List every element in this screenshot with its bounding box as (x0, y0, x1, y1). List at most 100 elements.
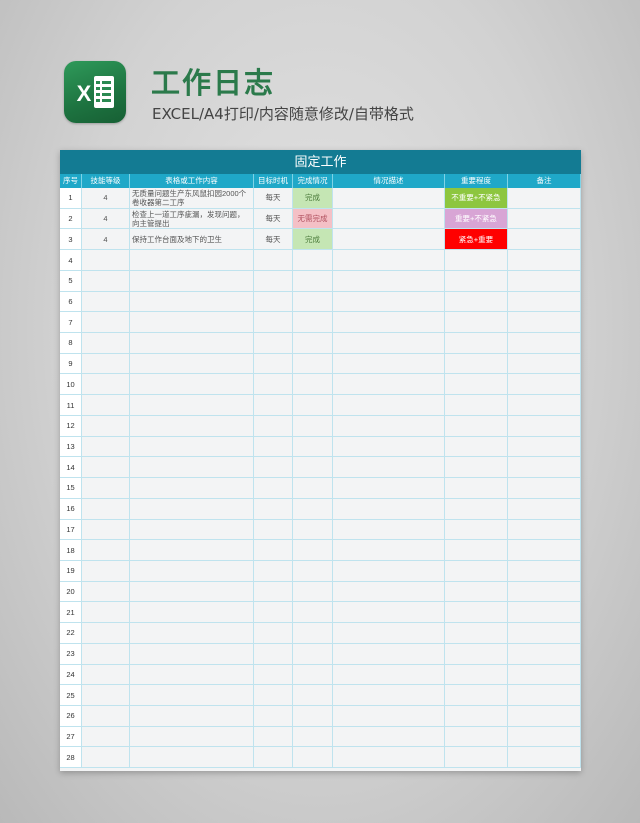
cell-level[interactable] (82, 250, 130, 270)
cell-seq[interactable]: 26 (60, 705, 82, 726)
cell-content[interactable] (130, 478, 254, 498)
cell-content[interactable]: 检查上一道工序疵漏，发现问题， 向主管提出 (130, 208, 254, 229)
cell-level[interactable] (82, 581, 130, 602)
cell-seq[interactable]: 4 (60, 250, 82, 270)
cell-desc[interactable] (333, 623, 445, 643)
cell-priority[interactable]: 重要+不紧急 (445, 208, 508, 229)
cell-content[interactable] (130, 457, 254, 478)
cell-level[interactable]: 4 (82, 188, 130, 208)
cell-priority[interactable] (445, 250, 508, 270)
cell-desc[interactable] (333, 498, 445, 519)
cell-status[interactable] (293, 726, 333, 747)
cell-status[interactable] (293, 333, 333, 353)
cell-note[interactable] (508, 395, 581, 415)
cell-seq[interactable]: 8 (60, 333, 82, 353)
cell-priority[interactable] (445, 374, 508, 395)
cell-priority[interactable] (445, 270, 508, 291)
cell-content[interactable]: 无质量问题生产东风鼠扣园2000个 卷收器第二工序 (130, 188, 254, 208)
cell-level[interactable] (82, 312, 130, 333)
cell-desc[interactable] (333, 291, 445, 312)
cell-level[interactable] (82, 415, 130, 436)
cell-note[interactable] (508, 685, 581, 705)
cell-seq[interactable]: 18 (60, 540, 82, 560)
cell-content[interactable] (130, 581, 254, 602)
cell-timing[interactable] (254, 747, 293, 768)
cell-timing[interactable] (254, 250, 293, 270)
cell-seq[interactable]: 6 (60, 291, 82, 312)
cell-note[interactable] (508, 664, 581, 685)
cell-note[interactable] (508, 498, 581, 519)
cell-priority[interactable] (445, 312, 508, 333)
cell-timing[interactable] (254, 643, 293, 664)
cell-priority[interactable] (445, 726, 508, 747)
cell-seq[interactable]: 5 (60, 270, 82, 291)
cell-status[interactable] (293, 685, 333, 705)
cell-timing[interactable] (254, 270, 293, 291)
cell-level[interactable] (82, 353, 130, 374)
cell-status[interactable] (293, 457, 333, 478)
cell-timing[interactable] (254, 705, 293, 726)
cell-seq[interactable]: 16 (60, 498, 82, 519)
cell-desc[interactable] (333, 312, 445, 333)
cell-status[interactable] (293, 415, 333, 436)
cell-desc[interactable] (333, 353, 445, 374)
cell-status[interactable] (293, 312, 333, 333)
cell-level[interactable] (82, 519, 130, 540)
cell-status[interactable] (293, 436, 333, 457)
cell-content[interactable] (130, 519, 254, 540)
cell-desc[interactable] (333, 726, 445, 747)
cell-content[interactable] (130, 643, 254, 664)
cell-timing[interactable] (254, 519, 293, 540)
cell-note[interactable] (508, 643, 581, 664)
cell-level[interactable] (82, 685, 130, 705)
cell-level[interactable] (82, 664, 130, 685)
cell-content[interactable] (130, 250, 254, 270)
cell-seq[interactable]: 22 (60, 623, 82, 643)
cell-priority[interactable]: 紧急+重要 (445, 229, 508, 250)
cell-content[interactable] (130, 436, 254, 457)
cell-status[interactable] (293, 478, 333, 498)
cell-content[interactable] (130, 291, 254, 312)
cell-content[interactable] (130, 540, 254, 560)
cell-note[interactable] (508, 291, 581, 312)
cell-desc[interactable] (333, 519, 445, 540)
cell-status[interactable] (293, 353, 333, 374)
cell-timing[interactable] (254, 291, 293, 312)
cell-desc[interactable] (333, 208, 445, 229)
cell-desc[interactable] (333, 395, 445, 415)
cell-note[interactable] (508, 705, 581, 726)
cell-note[interactable] (508, 353, 581, 374)
cell-priority[interactable] (445, 602, 508, 623)
cell-status[interactable] (293, 250, 333, 270)
cell-priority[interactable] (445, 436, 508, 457)
cell-content[interactable] (130, 333, 254, 353)
cell-level[interactable] (82, 602, 130, 623)
cell-seq[interactable]: 23 (60, 643, 82, 664)
cell-note[interactable] (508, 208, 581, 229)
cell-desc[interactable] (333, 229, 445, 250)
cell-content[interactable] (130, 395, 254, 415)
cell-level[interactable] (82, 705, 130, 726)
cell-timing[interactable] (254, 726, 293, 747)
cell-timing[interactable] (254, 498, 293, 519)
cell-note[interactable] (508, 519, 581, 540)
cell-note[interactable] (508, 188, 581, 208)
cell-priority[interactable] (445, 560, 508, 581)
cell-timing[interactable] (254, 374, 293, 395)
cell-desc[interactable] (333, 540, 445, 560)
cell-status[interactable] (293, 519, 333, 540)
cell-content[interactable] (130, 498, 254, 519)
cell-timing[interactable] (254, 581, 293, 602)
cell-seq[interactable]: 11 (60, 395, 82, 415)
cell-seq[interactable]: 3 (60, 229, 82, 250)
cell-seq[interactable]: 1 (60, 188, 82, 208)
cell-status[interactable] (293, 664, 333, 685)
cell-desc[interactable] (333, 333, 445, 353)
cell-timing[interactable] (254, 333, 293, 353)
cell-priority[interactable] (445, 395, 508, 415)
cell-timing[interactable] (254, 395, 293, 415)
cell-desc[interactable] (333, 560, 445, 581)
cell-content[interactable] (130, 353, 254, 374)
cell-priority[interactable] (445, 333, 508, 353)
cell-seq[interactable]: 28 (60, 747, 82, 768)
